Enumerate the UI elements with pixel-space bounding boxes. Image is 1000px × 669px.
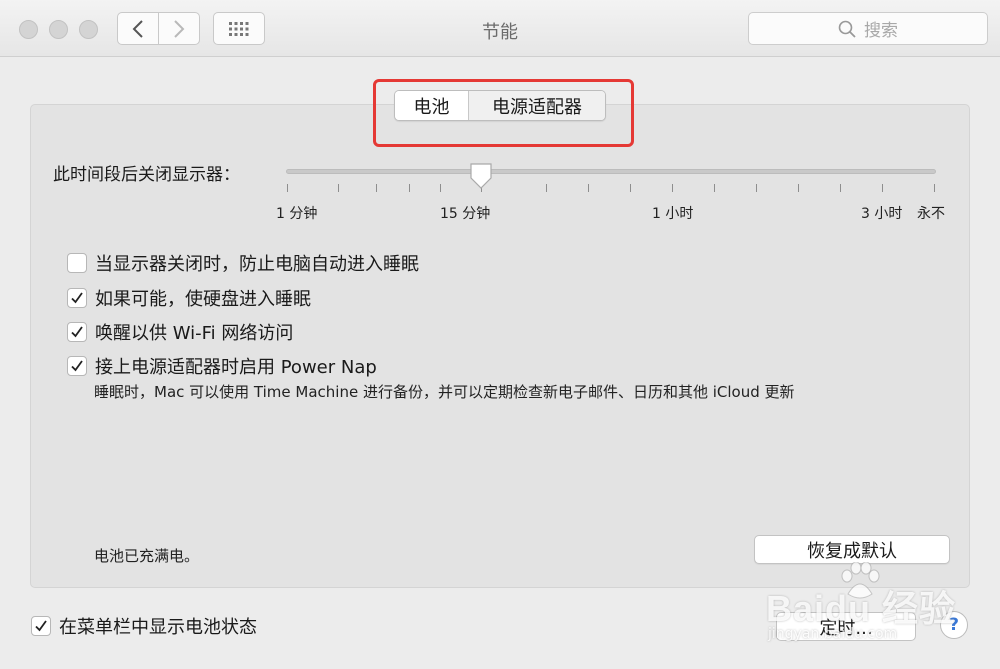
option-label: 如果可能，使硬盘进入睡眠 [95, 289, 311, 310]
display-sleep-label: 此时间段后关闭显示器： [53, 165, 240, 185]
search-input[interactable]: 搜索 [748, 12, 988, 45]
title-bar: 节能 搜索 [0, 0, 1000, 57]
slider-tick [756, 184, 757, 192]
battery-status: 电池已充满电。 [94, 547, 200, 565]
help-button[interactable]: ? [940, 611, 968, 639]
schedule-button[interactable]: 定时... [776, 612, 916, 641]
slider-tick [440, 184, 441, 192]
checkmark-icon [71, 326, 83, 338]
slider-tick [630, 184, 631, 192]
option-label: 接上电源适配器时启用 Power Nap [95, 357, 377, 378]
checkmark-icon [71, 292, 83, 304]
option-wake-wifi[interactable]: 唤醒以供 Wi-Fi 网络访问 [67, 319, 293, 345]
slider-tick [546, 184, 547, 192]
tick-label-15min: 15 分钟 [440, 206, 491, 222]
power-nap-description: 睡眠时，Mac 可以使用 Time Machine 进行备份，并可以定期检查新电… [94, 383, 795, 401]
checkmark-icon [71, 360, 83, 372]
slider-tick [409, 184, 410, 192]
slider-tick [287, 184, 288, 192]
slider-knob[interactable] [469, 162, 493, 190]
search-placeholder: 搜索 [864, 21, 898, 41]
tab-power-adapter[interactable]: 电源适配器 [469, 91, 605, 120]
tick-label-1hour: 1 小时 [652, 206, 694, 222]
slider-tick [882, 184, 883, 192]
tab-group: 电池 电源适配器 [394, 90, 606, 121]
slider-tick [672, 184, 673, 192]
slider-tick [588, 184, 589, 192]
slider-tick [714, 184, 715, 192]
tick-label-3hours: 3 小时 [861, 206, 903, 222]
option-label: 当显示器关闭时，防止电脑自动进入睡眠 [95, 254, 419, 275]
display-sleep-slider[interactable] [286, 169, 936, 174]
search-icon [838, 20, 856, 38]
option-power-nap[interactable]: 接上电源适配器时启用 Power Nap [67, 353, 377, 379]
slider-tick [338, 184, 339, 192]
slider-tick [376, 184, 377, 192]
checkmark-icon [35, 620, 47, 632]
tick-label-never: 永不 [917, 206, 945, 222]
slider-tick [934, 184, 935, 192]
slider-tick [798, 184, 799, 192]
option-disk-sleep[interactable]: 如果可能，使硬盘进入睡眠 [67, 285, 311, 311]
option-menu-bar-battery[interactable]: 在菜单栏中显示电池状态 [31, 613, 257, 639]
checkbox-wake-wifi[interactable] [67, 322, 87, 342]
checkbox-menu-bar-battery[interactable] [31, 616, 51, 636]
checkbox-power-nap[interactable] [67, 356, 87, 376]
option-label: 唤醒以供 Wi-Fi 网络访问 [95, 323, 294, 344]
checkbox-prevent-sleep[interactable] [67, 253, 87, 273]
option-label: 在菜单栏中显示电池状态 [59, 617, 257, 638]
restore-defaults-button[interactable]: 恢复成默认 [754, 535, 950, 564]
checkbox-disk-sleep[interactable] [67, 288, 87, 308]
tick-label-1min: 1 分钟 [276, 206, 318, 222]
option-prevent-sleep[interactable]: 当显示器关闭时，防止电脑自动进入睡眠 [67, 250, 419, 276]
tab-battery[interactable]: 电池 [395, 91, 469, 120]
slider-tick [840, 184, 841, 192]
